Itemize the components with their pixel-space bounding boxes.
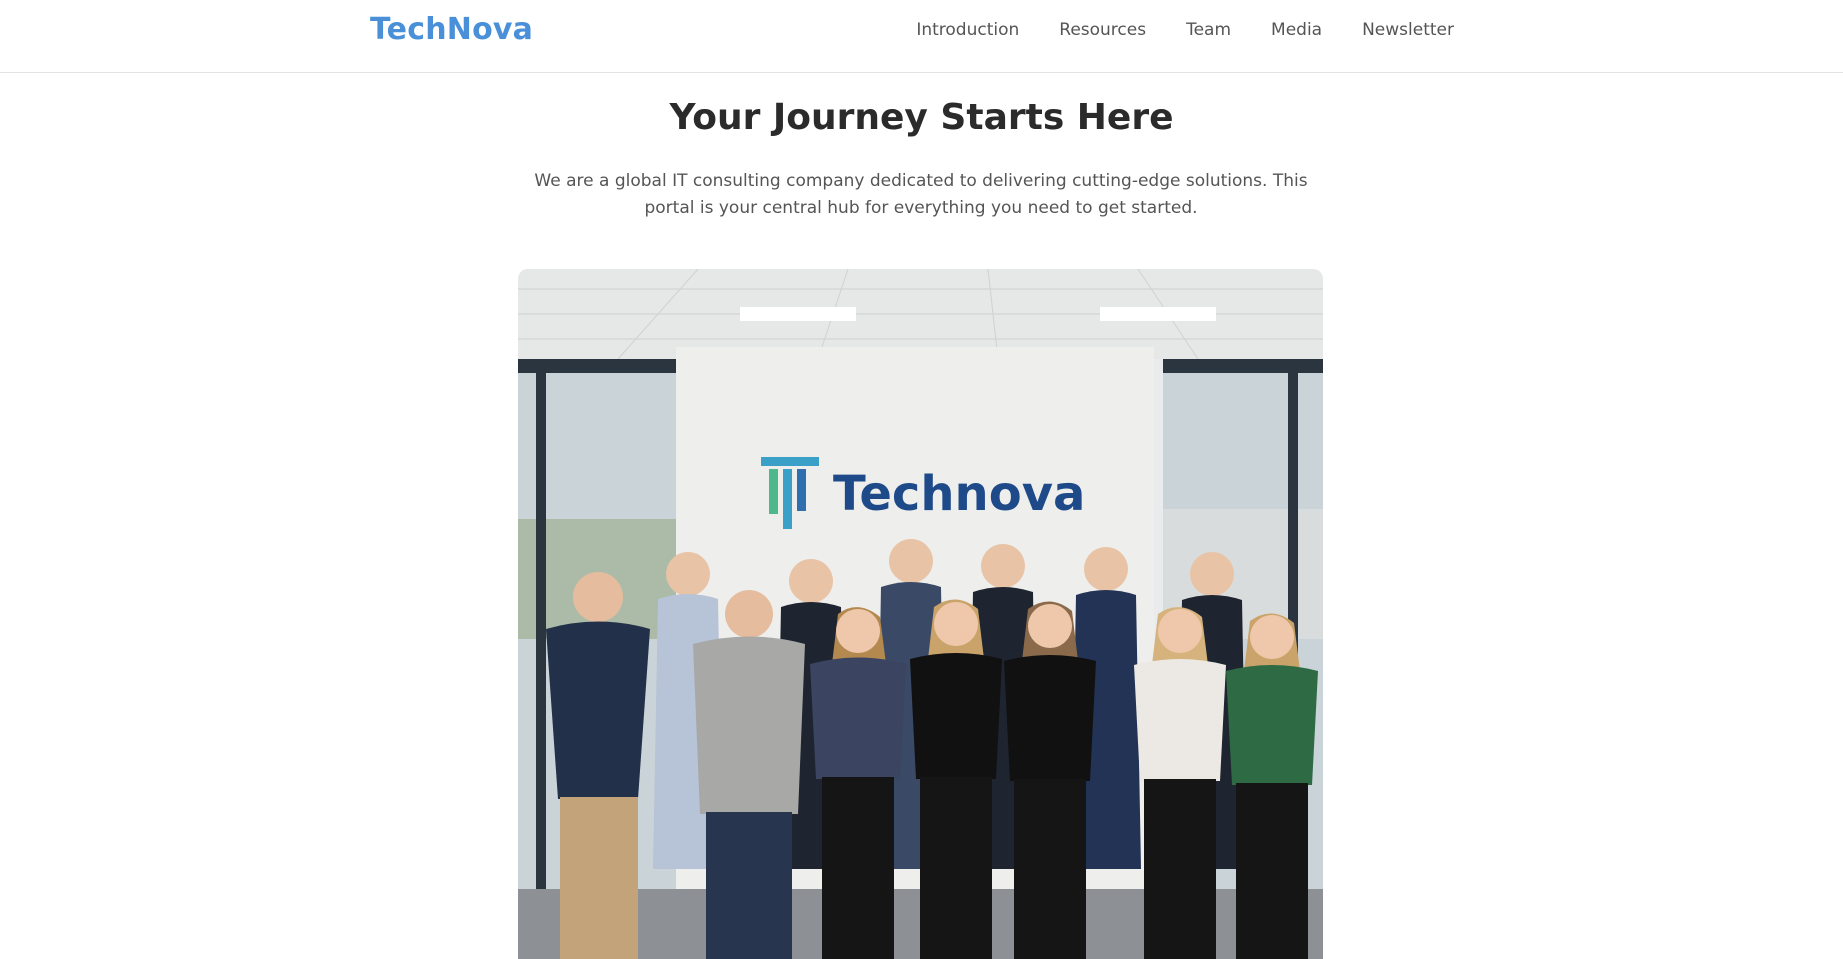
nav-link-resources[interactable]: Resources	[1059, 20, 1146, 40]
person	[693, 590, 805, 959]
wall-logo-text: Technova	[833, 466, 1085, 522]
nav-link-team[interactable]: Team	[1186, 20, 1231, 40]
site-logo[interactable]: TechNova	[370, 12, 533, 47]
hero-description: We are a global IT consulting company de…	[534, 171, 1308, 218]
navbar: TechNova Introduction Resources Team Med…	[0, 0, 1843, 73]
person	[546, 572, 650, 959]
nav-item-media: Media	[1271, 20, 1322, 40]
nav-link-media[interactable]: Media	[1271, 20, 1322, 40]
nav-link-introduction[interactable]: Introduction	[916, 20, 1019, 40]
nav-menu: Introduction Resources Team Media Newsle…	[916, 20, 1454, 40]
nav-item-team: Team	[1186, 20, 1231, 40]
team-photo: Technova	[518, 269, 1323, 959]
nav-item-introduction: Introduction	[916, 20, 1019, 40]
page-title: Your Journey Starts Here	[669, 97, 1174, 138]
ceiling-light-right	[1100, 307, 1216, 321]
nav-item-newsletter: Newsletter	[1362, 20, 1454, 40]
nav-link-newsletter[interactable]: Newsletter	[1362, 20, 1454, 40]
ceiling-light-left	[740, 307, 856, 321]
team-photo-illustration: Technova	[518, 269, 1323, 959]
nav-item-resources: Resources	[1059, 20, 1146, 40]
